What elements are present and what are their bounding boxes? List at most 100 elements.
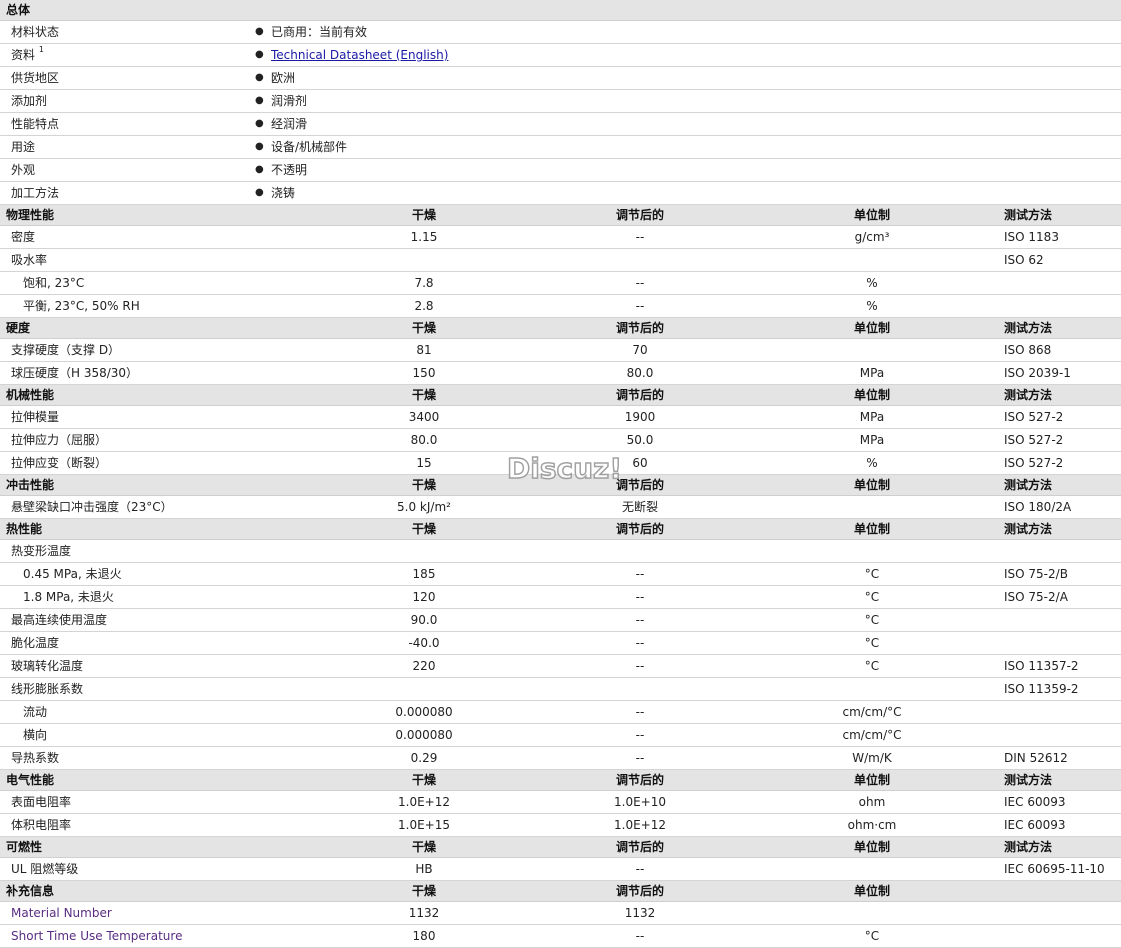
property-label: 性能特点 xyxy=(11,113,59,135)
value-dry: 90.0 xyxy=(410,613,438,627)
property-label-text: 供货地区 xyxy=(11,71,60,85)
column-header-test-method: 测试方法 xyxy=(1004,522,1053,536)
property-label: 导热系数 xyxy=(11,751,60,765)
column-header-dry: 干燥 xyxy=(411,321,437,335)
value-test-method: IEC 60093 xyxy=(1004,795,1066,809)
value-unit: °C xyxy=(864,590,880,604)
value-unit: % xyxy=(866,276,878,290)
value-dry: 3400 xyxy=(408,410,440,424)
value-unit: °C xyxy=(864,659,880,673)
column-header-conditioned: 调节后的 xyxy=(615,388,665,402)
value-dry: 150 xyxy=(412,366,436,380)
bullet-icon: ● xyxy=(255,164,264,175)
property-label: 拉伸模量 xyxy=(11,410,60,424)
value-conditioned: -- xyxy=(635,299,645,313)
property-label: 0.45 MPa, 未退火 xyxy=(23,567,122,581)
footnote-marker: 1 xyxy=(38,45,44,54)
value-test-method: ISO 2039-1 xyxy=(1004,366,1071,380)
property-row: 体积电阻率 1.0E+15 1.0E+12 ohm·cm IEC 60093 xyxy=(0,814,1121,837)
value-unit: MPa xyxy=(859,433,885,447)
value-unit: cm/cm/°C xyxy=(842,705,902,719)
bullet-icon: ● xyxy=(255,141,264,152)
property-row: 饱和, 23°C 7.8 --% xyxy=(0,272,1121,295)
column-header-test-method: 测试方法 xyxy=(1004,388,1053,402)
property-label: 供货地区 xyxy=(11,67,59,89)
value-conditioned: -- xyxy=(635,636,645,650)
value-conditioned: -- xyxy=(635,276,645,290)
property-row: 热变形温度 xyxy=(0,540,1121,563)
property-row: 吸水率 ISO 62 xyxy=(0,249,1121,272)
value-conditioned: -- xyxy=(635,590,645,604)
section-title: 补充信息 xyxy=(6,884,55,898)
property-label-text: 用途 xyxy=(11,140,36,154)
value-dry: 1.0E+12 xyxy=(398,795,450,809)
property-label: 球压硬度（H 358/30） xyxy=(11,366,139,380)
value-test-method: ISO 527-2 xyxy=(1004,456,1064,470)
value-unit: % xyxy=(866,299,878,313)
value-test-method: IEC 60695-11-10 xyxy=(1004,862,1105,876)
column-header-dry: 干燥 xyxy=(411,478,437,492)
bullet-icon: ● xyxy=(255,49,264,60)
column-header-unit: 单位制 xyxy=(853,884,891,898)
column-header-test-method: 测试方法 xyxy=(1004,773,1053,787)
general-row: 资料 1 ● Technical Datasheet (English) xyxy=(0,44,1121,67)
property-label: 悬壁梁缺口冲击强度（23°C） xyxy=(11,500,173,514)
value-dry: 0.29 xyxy=(410,751,438,765)
property-label: 用途 xyxy=(11,136,35,158)
property-label: 横向 xyxy=(23,728,48,742)
column-header-test-method: 测试方法 xyxy=(1004,321,1053,335)
property-row: Short Time Use Temperature 180 -- °C xyxy=(0,925,1121,948)
property-label: 外观 xyxy=(11,159,35,181)
property-value: 润滑剂 xyxy=(271,94,308,108)
datasheet-link[interactable]: Technical Datasheet (English) xyxy=(271,44,448,66)
property-label: 线形膨胀系数 xyxy=(11,682,84,696)
property-label: 加工方法 xyxy=(11,182,59,204)
value-test-method: ISO 527-2 xyxy=(1004,433,1064,447)
column-header-conditioned: 调节后的 xyxy=(615,884,665,898)
general-row: 性能特点 ● 经润滑 xyxy=(0,113,1121,136)
property-row: 拉伸模量 3400 1900 MPa ISO 527-2 xyxy=(0,406,1121,429)
column-header-dry: 干燥 xyxy=(411,522,437,536)
value-dry: 81 xyxy=(416,343,432,357)
property-label: Material Number xyxy=(11,906,112,920)
value-unit: °C xyxy=(864,567,880,581)
section-header: 物理性能 干燥 调节后的 单位制 测试方法 xyxy=(0,205,1121,226)
datasheet-table: 总体 材料状态 ● 已商用：当前有效 资料 1 ● Technical Datasheet … xyxy=(0,0,1121,948)
property-row: 悬壁梁缺口冲击强度（23°C） 5.0 kJ/m² 无断裂 ISO 180/2A xyxy=(0,496,1121,519)
column-header-dry: 干燥 xyxy=(411,773,437,787)
property-label: 玻璃转化温度 xyxy=(11,659,84,673)
column-header-conditioned: 调节后的 xyxy=(615,840,665,854)
value-dry: -40.0 xyxy=(408,636,440,650)
value-unit: MPa xyxy=(859,366,885,380)
column-header-unit: 单位制 xyxy=(853,388,891,402)
property-value: 浇铸 xyxy=(271,186,296,200)
general-row: 用途 ● 设备/机械部件 xyxy=(0,136,1121,159)
value-unit: °C xyxy=(864,929,880,943)
value-dry: 220 xyxy=(412,659,436,673)
value-conditioned: 60 xyxy=(632,456,648,470)
value-conditioned: 1132 xyxy=(624,906,656,920)
section-header: 补充信息 干燥 调节后的 单位制 xyxy=(0,881,1121,902)
section-title: 可燃性 xyxy=(6,840,43,854)
value-dry: 185 xyxy=(412,567,436,581)
value-unit: % xyxy=(866,456,878,470)
value-dry: 0.000080 xyxy=(395,705,453,719)
property-row: 球压硬度（H 358/30） 150 80.0 MPa ISO 2039-1 xyxy=(0,362,1121,385)
column-header-conditioned: 调节后的 xyxy=(615,773,665,787)
section-title: 物理性能 xyxy=(6,208,55,222)
property-row: 表面电阻率 1.0E+12 1.0E+10 ohm IEC 60093 xyxy=(0,791,1121,814)
property-row: UL 阻燃等级 HB -- IEC 60695-11-10 xyxy=(0,858,1121,881)
property-label-text: 添加剂 xyxy=(11,94,48,108)
value-unit: W/m/K xyxy=(852,751,892,765)
bullet-icon: ● xyxy=(255,72,264,83)
value-conditioned: -- xyxy=(635,728,645,742)
column-header-unit: 单位制 xyxy=(853,840,891,854)
column-header-conditioned: 调节后的 xyxy=(615,208,665,222)
value-dry: 15 xyxy=(416,456,432,470)
value-conditioned: -- xyxy=(635,230,645,244)
value-test-method: ISO 1183 xyxy=(1004,230,1059,244)
column-header-dry: 干燥 xyxy=(411,388,437,402)
property-label: 最高连续使用温度 xyxy=(11,613,108,627)
value-dry: HB xyxy=(415,862,433,876)
value-dry: 7.8 xyxy=(414,276,434,290)
